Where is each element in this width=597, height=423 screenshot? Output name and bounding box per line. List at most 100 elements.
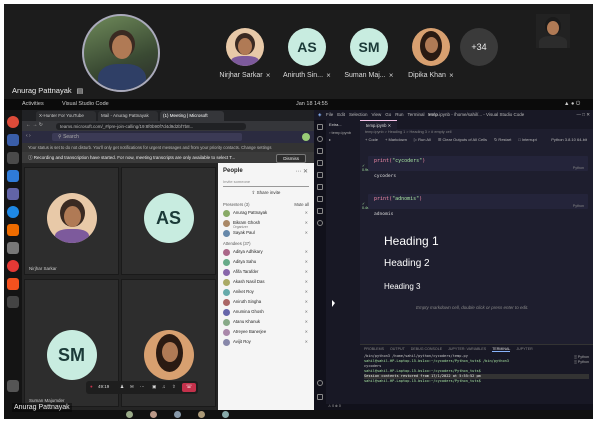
participant-row[interactable]: Akash Nasil Das ✕ [218, 278, 314, 288]
close-icon[interactable]: ✕ [388, 123, 392, 128]
camera-icon[interactable]: ▣ [152, 384, 156, 390]
browser-tab[interactable]: X-Hunter For YouTube [36, 111, 96, 121]
accounts-icon[interactable] [317, 380, 323, 386]
invite-input[interactable]: Invite someone [223, 179, 309, 187]
video-tile[interactable]: AS [121, 167, 216, 275]
participant-row[interactable]: Atreyee Banerjee ✕ [218, 328, 314, 338]
close-icon[interactable]: ⋯ ✕ [295, 168, 308, 175]
panel-tab[interactable]: OUTPUT [390, 347, 405, 351]
menu-item[interactable]: Edit [337, 112, 345, 117]
participant-tile[interactable]: AS Aniruth Sin... ⨯ [272, 28, 342, 79]
avatar[interactable] [302, 133, 310, 141]
source-control-icon[interactable] [317, 148, 323, 154]
leave-call-button[interactable]: ☏ [182, 383, 196, 392]
attendees-header[interactable]: Attendees (37) [218, 239, 314, 248]
app-icon[interactable] [7, 260, 19, 272]
menu-item[interactable]: Terminal [408, 112, 425, 117]
participant-row[interactable]: Aniruth Singha ✕ [218, 298, 314, 308]
participant-tile[interactable]: Nirjhar Sarkar ⨯ [210, 28, 280, 79]
system-tray-icons[interactable]: ▲ ● ⏻ [564, 101, 580, 108]
markdown-heading-3[interactable]: Heading 3 [384, 282, 420, 291]
toolbar-button[interactable]: + Markdown [385, 137, 407, 142]
cell-language[interactable]: Python [573, 166, 584, 170]
toolbar-button[interactable]: ▷ Run All [414, 137, 431, 142]
participant-row[interactable]: Avijit Roy ✕ [218, 338, 314, 348]
video-tile[interactable]: Nirjhar Sarkar [24, 167, 119, 275]
search-icon[interactable] [317, 136, 323, 142]
files-icon[interactable] [7, 134, 19, 146]
panel-tab[interactable]: PROBLEMS [364, 347, 384, 351]
participant-row[interactable]: Atanu Khanuk ✕ [218, 318, 314, 328]
avatar[interactable] [222, 411, 229, 418]
window-controls-icon[interactable]: — □ ✕ [577, 112, 591, 118]
participant-row[interactable]: Anurag Pattnayak ✕ [218, 209, 314, 219]
markdown-heading-2[interactable]: Heading 2 [384, 258, 430, 269]
cell-language[interactable]: Python [573, 204, 584, 208]
teams-icon[interactable] [7, 188, 19, 200]
avatar[interactable] [150, 411, 157, 418]
run-debug-icon[interactable] [317, 160, 323, 166]
panel-tab[interactable]: JUPYTER: VARIABLES [448, 347, 486, 351]
vscode-icon[interactable] [7, 170, 19, 182]
chrome-icon[interactable] [7, 116, 19, 128]
more-icon[interactable]: ⋯ [140, 384, 145, 390]
host-video[interactable] [82, 14, 160, 92]
editor-tab[interactable]: temp.ipynb ✕ [360, 120, 398, 129]
breadcrumb[interactable]: temp.ipynb > Heading 1 > Heading 3 > # e… [360, 129, 593, 136]
browser-tab-active[interactable]: (1) Meeting | Microsoft [160, 111, 224, 121]
active-app-label[interactable]: Visual Studio Code [62, 101, 109, 107]
mic-icon[interactable]: ♫ [162, 384, 165, 389]
show-apps-icon[interactable] [7, 380, 19, 392]
mute-all-button[interactable]: Mute all [294, 202, 309, 207]
share-invite-button[interactable]: ⇧ Share invite [223, 190, 309, 196]
sidebar-item[interactable]: ▫ temp.ipynb [326, 129, 360, 136]
nav-arrows-icon[interactable]: ← → ↻ [26, 122, 43, 128]
menu-item[interactable]: File [326, 112, 333, 117]
browser-tab[interactable]: Mail - Anurag Pattnayak [98, 111, 158, 121]
toolbar-button[interactable]: + Code [365, 137, 378, 142]
chat-icon[interactable]: ✉ [130, 384, 134, 390]
panel-tab[interactable]: TERMINAL [492, 347, 511, 352]
panel-tabs[interactable]: PROBLEMS OUTPUT DEBUG CONSOLE JUPYTER: VARI… [360, 345, 593, 353]
toolbar-button[interactable]: ☰ Clear Outputs of All Cells [438, 137, 487, 142]
menu-item[interactable]: View [372, 112, 382, 117]
participant-row[interactable]: Sayak Paul ✕ [218, 229, 314, 239]
cell-editor[interactable]: print("cycoders") Python [368, 156, 588, 171]
participant-row[interactable]: Aditya Sahu ✕ [218, 258, 314, 268]
jupyter-icon[interactable] [317, 208, 323, 214]
testing-icon[interactable] [317, 184, 323, 190]
markdown-heading-1[interactable]: Heading 1 [384, 234, 439, 248]
avatar[interactable] [126, 411, 133, 418]
self-video[interactable] [536, 14, 570, 48]
clock[interactable]: Jan 18 14:55 [296, 101, 328, 107]
menu-item[interactable]: Run [395, 112, 403, 117]
notebook-actions[interactable]: + Code + Markdown ▷ Run All ☰ Clear Outputs… [365, 137, 544, 142]
code-cell[interactable]: ✓ 0.9s print("cycoders") Python cycoders [362, 156, 588, 182]
panel-tab[interactable]: JUPYTER [516, 347, 532, 351]
search-input[interactable]: ⚲ Search [52, 133, 242, 141]
browser-icon[interactable] [7, 206, 19, 218]
settings-gear-icon[interactable] [317, 394, 323, 400]
toolbar-button[interactable]: □ Interrupt [518, 137, 536, 142]
url-field[interactable]: teams.microsoft.com/_#/pre-join-calling/… [56, 123, 246, 130]
toolbar-button[interactable]: ↻ Restart [494, 137, 511, 142]
presenters-header[interactable]: Presenters (3) Mute all [218, 200, 314, 209]
activities-button[interactable]: Activities [22, 101, 44, 107]
participant-tile[interactable]: Dipika Khan ⨯ [396, 28, 466, 79]
back-icon[interactable]: ‹ › [26, 133, 31, 139]
participant-row[interactable]: Aditya Adhikary ✕ [218, 248, 314, 258]
software-icon[interactable] [7, 224, 19, 236]
terminal[interactable]: /bin/python3 /home/sahil/python/cycoders… [360, 353, 593, 385]
extensions-icon[interactable] [317, 172, 323, 178]
share-icon[interactable]: ⇧ [172, 384, 176, 390]
panel-tab[interactable]: DEBUG CONSOLE [411, 347, 442, 351]
app-icon[interactable] [7, 278, 19, 290]
people-icon[interactable]: ♟ [120, 384, 124, 390]
menu-item[interactable]: Go [385, 112, 391, 117]
participant-row[interactable]: Anumina Ghosh ✕ [218, 308, 314, 318]
avatar[interactable] [198, 411, 205, 418]
sidebar-item[interactable]: ▸ [326, 136, 360, 143]
terminal-icon[interactable] [7, 152, 19, 164]
participant-row[interactable]: Aniket Roy ✕ [218, 288, 314, 298]
avatar[interactable] [174, 411, 181, 418]
